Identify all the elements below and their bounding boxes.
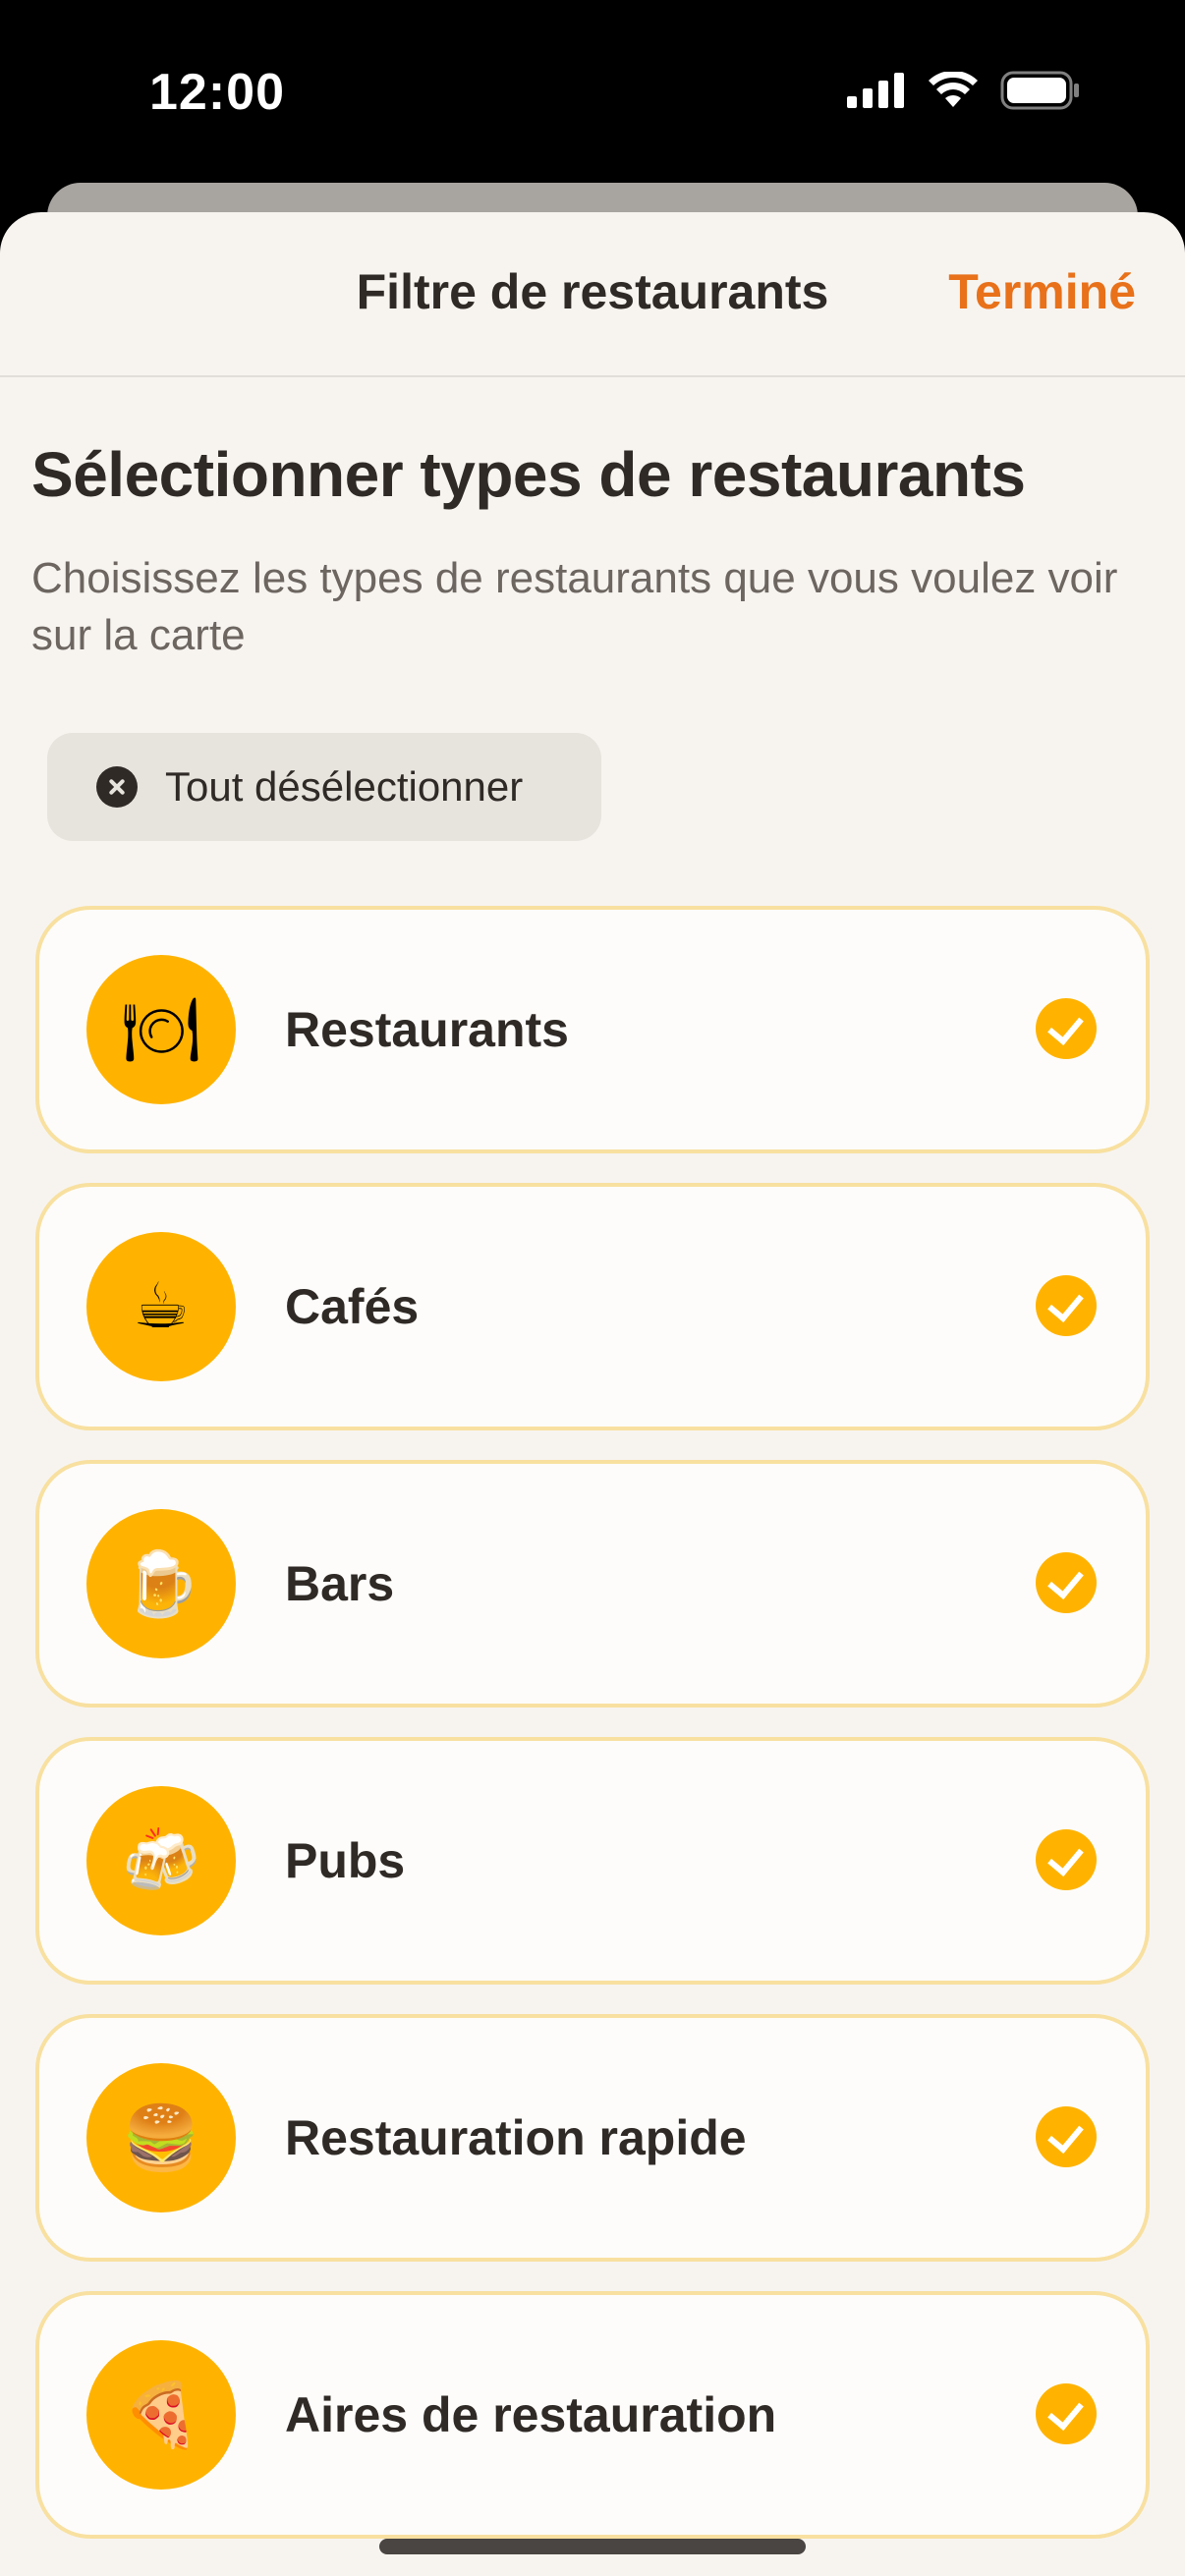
cellular-signal-icon	[847, 73, 904, 108]
pizza-icon: 🍕	[86, 2340, 236, 2490]
plate-cutlery-icon: 🍽	[86, 955, 236, 1104]
close-circle-icon	[96, 766, 138, 808]
screen: 12:00 Filtre de restaurants Terminé Séle…	[0, 0, 1185, 2576]
coffee-cup-icon: ☕	[86, 1232, 236, 1381]
checkmark-icon	[1036, 998, 1097, 1059]
page-subtitle: Choisissez les types de restaurants que …	[31, 554, 1118, 659]
page-heading: Sélectionner types de restaurants	[31, 439, 1026, 510]
list-item[interactable]: 🍺 Bars	[35, 1460, 1150, 1708]
home-indicator[interactable]	[379, 2539, 806, 2554]
restaurant-type-list: 🍽 Restaurants ☕ Cafés 🍺 Bars 🍻 Pubs 🍔 Re…	[31, 906, 1154, 2539]
status-time: 12:00	[149, 64, 285, 121]
content: Sélectionner types de restaurants Choisi…	[0, 438, 1185, 2539]
list-item[interactable]: ☕ Cafés	[35, 1183, 1150, 1430]
wifi-icon	[929, 72, 978, 107]
item-label: Cafés	[285, 1279, 420, 1334]
item-label: Restauration rapide	[285, 2110, 747, 2165]
list-item[interactable]: 🍻 Pubs	[35, 1737, 1150, 1985]
item-label: Bars	[285, 1556, 395, 1611]
nav-bar: Filtre de restaurants Terminé	[0, 212, 1185, 377]
done-button[interactable]: Terminé	[948, 263, 1136, 320]
battery-icon	[1000, 71, 1079, 110]
clinking-beer-icon: 🍻	[86, 1786, 236, 1935]
item-label: Restaurants	[285, 1002, 569, 1057]
checkmark-icon	[1036, 1552, 1097, 1613]
beer-mug-icon: 🍺	[86, 1509, 236, 1658]
list-item[interactable]: 🍽 Restaurants	[35, 906, 1150, 1153]
list-item[interactable]: 🍕 Aires de restauration	[35, 2291, 1150, 2539]
deselect-all-button[interactable]: Tout désélectionner	[47, 733, 601, 841]
filter-sheet: Filtre de restaurants Terminé Sélectionn…	[0, 212, 1185, 2576]
item-label: Aires de restauration	[285, 2387, 777, 2442]
status-icons	[847, 71, 1081, 110]
checkmark-icon	[1036, 2106, 1097, 2167]
deselect-all-label: Tout désélectionner	[165, 763, 524, 810]
burger-icon: 🍔	[86, 2063, 236, 2212]
item-label: Pubs	[285, 1833, 406, 1888]
checkmark-icon	[1036, 1829, 1097, 1890]
checkmark-icon	[1036, 2383, 1097, 2444]
list-item[interactable]: 🍔 Restauration rapide	[35, 2014, 1150, 2262]
checkmark-icon	[1036, 1275, 1097, 1336]
status-bar: 12:00	[0, 0, 1185, 187]
